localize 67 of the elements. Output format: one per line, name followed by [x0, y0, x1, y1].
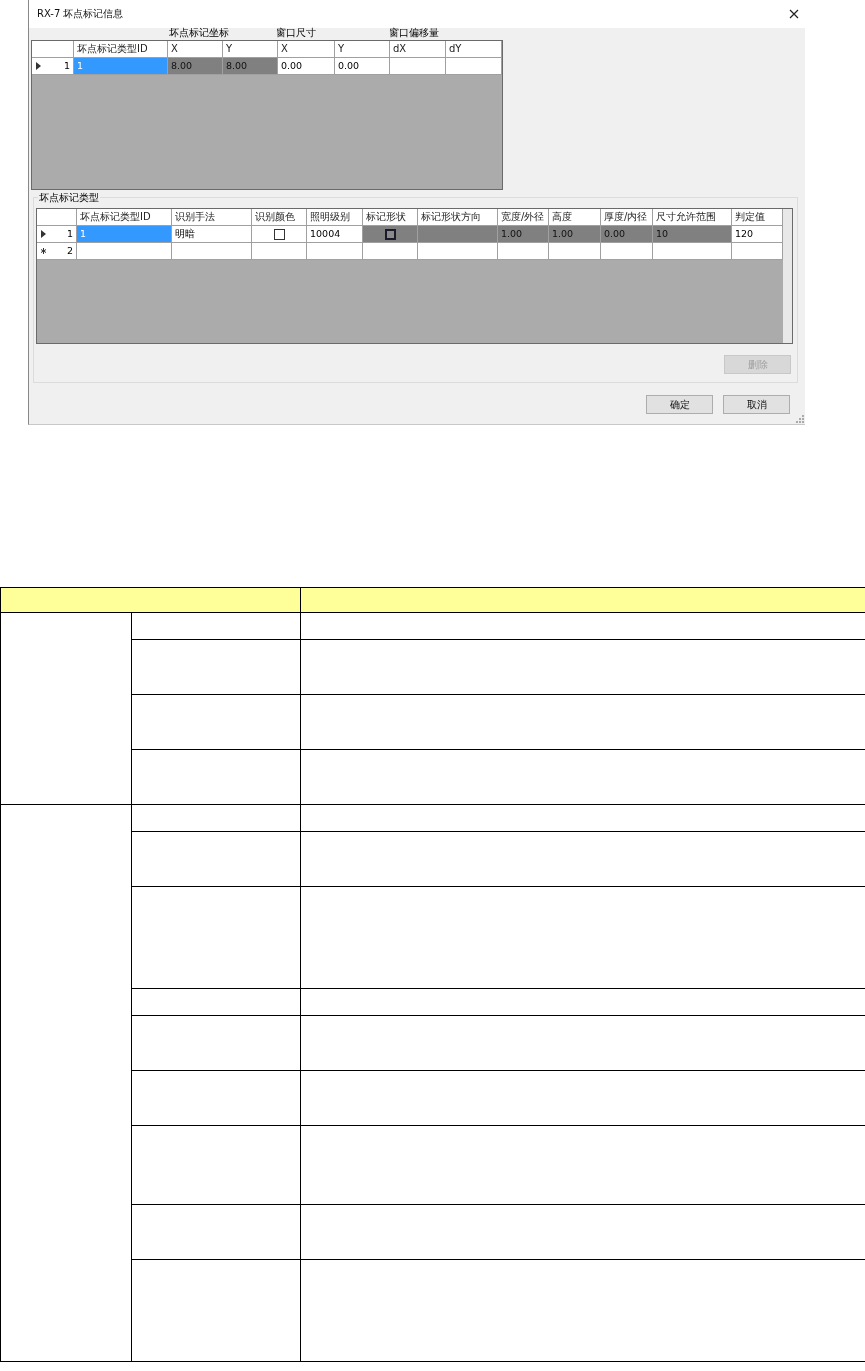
column-header[interactable]: Y [223, 41, 278, 58]
column-header[interactable]: 标记形状方向 [418, 209, 498, 226]
close-icon[interactable] [789, 9, 799, 19]
column-header[interactable]: dX [390, 41, 446, 58]
grid-cell[interactable] [390, 58, 446, 75]
column-header[interactable]: 坏点标记类型ID [77, 209, 172, 226]
grid-cell[interactable]: 0.00 [278, 58, 335, 75]
grid-cell[interactable] [653, 243, 732, 260]
column-header[interactable]: X [168, 41, 223, 58]
column-header[interactable]: 尺寸允许范围 [653, 209, 732, 226]
grid-cell[interactable]: 0.00 [601, 226, 653, 243]
row-header[interactable]: 2 [37, 243, 77, 260]
grid-cell[interactable] [172, 243, 252, 260]
grid-cell[interactable] [732, 243, 783, 260]
column-group-header: 坏点标记坐标 [169, 26, 230, 40]
grid-cell[interactable] [446, 58, 502, 75]
button[interactable]: 确定 [646, 395, 713, 414]
window-title: RX-7 坏点标记信息 [37, 7, 124, 21]
grid-cell[interactable]: 10004 [307, 226, 363, 243]
grid-cell[interactable] [549, 243, 601, 260]
grid-cell[interactable]: 明暗 [172, 226, 252, 243]
column-header[interactable]: 高度 [549, 209, 601, 226]
row-header[interactable]: 1 [32, 58, 74, 75]
column-header[interactable]: Y [335, 41, 390, 58]
grid-cell[interactable]: 10 [653, 226, 732, 243]
column-group-header: 窗口偏移量 [389, 26, 440, 40]
data-grid[interactable]: 坏点标记类型ID 识别手法 识别颜色 照明级别 标记形状 标记形状方向 宽度/外径 高度 厚度/内径 尺寸允许范围 判定值 1 1 明暗 10004 1.00 1.00 0.00 10 120 2 [36, 208, 793, 344]
column-header[interactable]: X [278, 41, 335, 58]
column-header[interactable]: 厚度/内径 [601, 209, 653, 226]
grid-cell[interactable] [363, 243, 418, 260]
button[interactable]: 取消 [723, 395, 790, 414]
grid-cell[interactable]: 120 [732, 226, 783, 243]
row-number: 2 [66, 244, 73, 258]
grid-cell[interactable]: 1.00 [549, 226, 601, 243]
grid-cell[interactable] [418, 226, 498, 243]
grid-cell[interactable] [601, 243, 653, 260]
row-header-corner [32, 41, 74, 58]
grid-cell[interactable] [418, 243, 498, 260]
grid-cell[interactable] [252, 243, 307, 260]
grid-cell[interactable] [307, 243, 363, 260]
column-header[interactable]: 判定值 [732, 209, 783, 226]
row-number: 1 [66, 227, 73, 241]
column-header[interactable]: 识别颜色 [252, 209, 307, 226]
grid-cell[interactable] [77, 243, 172, 260]
column-header[interactable]: 坏点标记类型ID [74, 41, 168, 58]
row-number: 1 [63, 59, 70, 73]
grid-cell[interactable]: 8.00 [168, 58, 223, 75]
column-group-header: 窗口尺寸 [276, 26, 317, 40]
row-header[interactable]: 1 [37, 226, 77, 243]
grid-cell[interactable]: 8.00 [223, 58, 278, 75]
checkbox[interactable] [273, 228, 285, 240]
resize-grip-icon[interactable] [796, 415, 804, 423]
grid-cell[interactable]: 0.00 [335, 58, 390, 75]
column-header[interactable]: 识别手法 [172, 209, 252, 226]
grid-cell[interactable] [252, 226, 307, 243]
data-grid[interactable]: 坏点标记类型ID X Y X Y dX dY 1 1 8.00 8.00 0.00 0.00 [31, 40, 503, 190]
column-header[interactable]: 宽度/外径 [498, 209, 549, 226]
column-header[interactable]: 标记形状 [363, 209, 418, 226]
group-title: 坏点标记类型 [38, 191, 100, 205]
column-header[interactable]: 照明级别 [307, 209, 363, 226]
shape-swatch-icon [384, 228, 396, 240]
grid-cell[interactable] [363, 226, 418, 243]
grid-cell[interactable] [498, 243, 549, 260]
column-header[interactable]: dY [446, 41, 502, 58]
grid-cell[interactable]: 1.00 [498, 226, 549, 243]
scrollbar[interactable] [783, 209, 792, 343]
row-header-corner [37, 209, 77, 226]
